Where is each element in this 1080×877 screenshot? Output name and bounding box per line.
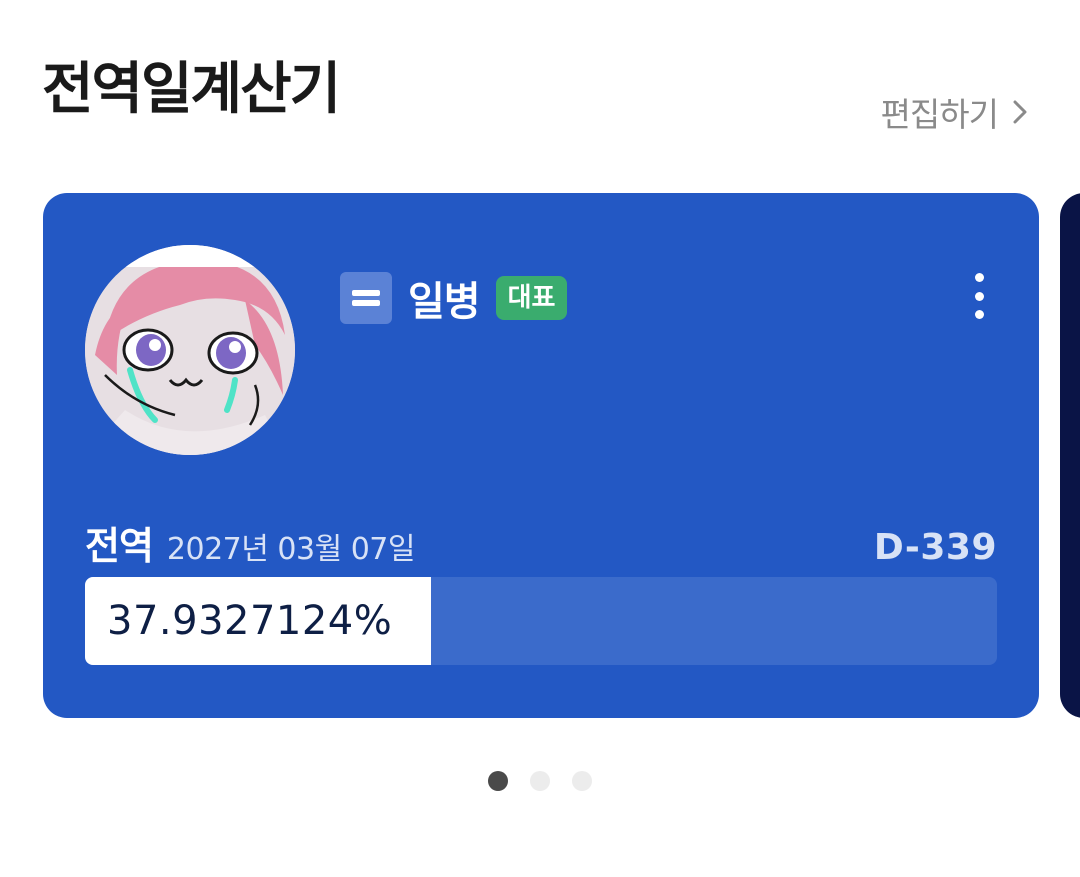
chevron-right-icon: [1013, 100, 1027, 124]
next-card-peek[interactable]: [1060, 193, 1080, 718]
representative-badge: 대표: [495, 275, 568, 321]
more-vertical-icon: [974, 273, 984, 282]
carousel-dot-3[interactable]: [572, 771, 592, 791]
discharge-date: 2027년 03월 07일: [166, 532, 416, 567]
progress-percent: 37.9327124%: [107, 598, 393, 644]
carousel-indicator: [488, 771, 592, 791]
discharge-row: 전역 2027년 03월 07일 D-339: [85, 515, 997, 570]
page-title: 전역일계산기: [42, 57, 341, 122]
service-progress-bar: 37.9327124%: [85, 577, 997, 665]
rank-insignia-icon: [340, 272, 392, 324]
carousel-dot-2[interactable]: [530, 771, 550, 791]
edit-label: 편집하기: [880, 95, 999, 134]
carousel-dot-1[interactable]: [488, 771, 508, 791]
edit-button[interactable]: 편집하기: [881, 88, 1030, 136]
discharge-card[interactable]: 일병 대표 전역 2027년 03월 07일 D-339 37.9327124%: [43, 193, 1039, 718]
rank-row: 일병 대표: [340, 269, 568, 327]
rank-label: 일병: [408, 279, 481, 325]
discharge-label: 전역: [85, 524, 154, 568]
avatar-image: [85, 245, 295, 455]
dday-counter: D-339: [873, 527, 997, 568]
more-options-button[interactable]: [969, 273, 989, 319]
avatar[interactable]: [85, 245, 295, 455]
page-header: 전역일계산기 편집하기: [0, 0, 1080, 160]
